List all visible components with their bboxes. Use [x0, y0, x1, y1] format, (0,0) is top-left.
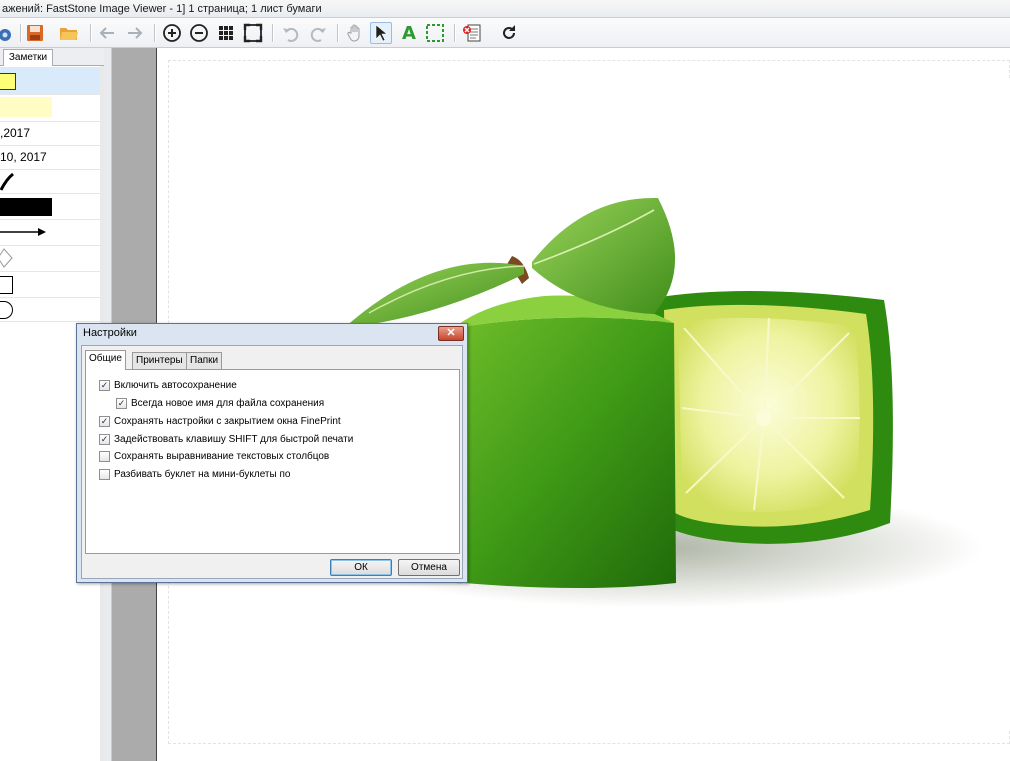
rectangle-shape-icon: [0, 276, 13, 294]
black-rectangle-swatch: [0, 198, 52, 216]
list-item[interactable]: [0, 194, 100, 220]
open-folder-icon[interactable]: [58, 22, 80, 44]
settings-dialog: Настройки ✕ Общие Принтеры Папки ✓ Включ…: [76, 323, 468, 583]
cancel-button[interactable]: Отмена: [398, 559, 460, 576]
dialog-title: Настройки: [83, 327, 137, 339]
general-tab-panel: ✓ Включить автосохранение ✓ Всегда новое…: [85, 369, 460, 554]
close-button[interactable]: ✕: [438, 326, 464, 341]
undo-icon[interactable]: [280, 22, 302, 44]
hand-icon[interactable]: [344, 22, 366, 44]
checkbox[interactable]: [99, 468, 110, 480]
option-text-column-alignment[interactable]: Сохранять выравнивание текстовых столбцо…: [99, 449, 329, 463]
window-title: ажений: FastStone Image Viewer - 1] 1 ст…: [2, 3, 322, 15]
list-item[interactable]: [0, 272, 100, 298]
rotate-icon[interactable]: [498, 22, 520, 44]
printer-settings-icon[interactable]: [0, 22, 16, 44]
list-item[interactable]: [0, 67, 100, 95]
window-title-bar: ажений: FastStone Image Viewer - 1] 1 ст…: [0, 0, 1010, 18]
list-item[interactable]: [0, 220, 100, 246]
checkbox[interactable]: [99, 450, 110, 462]
toolbar-separator: [154, 24, 155, 42]
list-item[interactable]: [0, 246, 100, 272]
list-item[interactable]: ,2017: [0, 122, 100, 146]
select-arrow-icon[interactable]: [370, 22, 392, 44]
delete-page-icon[interactable]: [461, 22, 483, 44]
arrow-line-icon: [0, 228, 46, 236]
checkbox[interactable]: ✓: [116, 397, 127, 409]
option-label: Включить автосохранение: [114, 379, 237, 391]
close-icon: ✕: [446, 327, 456, 339]
pen-stroke-icon: [0, 172, 14, 191]
list-item[interactable]: [0, 95, 100, 122]
save-icon[interactable]: [24, 22, 46, 44]
notes-tab-bar: Заметки: [0, 48, 104, 66]
zoom-out-icon[interactable]: [188, 22, 210, 44]
toolbar-separator: [272, 24, 273, 42]
back-arrow-icon[interactable]: [96, 22, 118, 44]
checkbox[interactable]: ✓: [99, 433, 110, 445]
toolbar-separator: [454, 24, 455, 42]
sticky-note-icon: [0, 73, 16, 90]
option-label: Сохранять настройки с закрытием окна Fin…: [114, 415, 341, 427]
list-item[interactable]: [0, 170, 100, 194]
checkbox[interactable]: ✓: [99, 415, 110, 427]
tab-folders[interactable]: Папки: [186, 352, 223, 369]
toolbar-separator: [20, 24, 21, 42]
tab-printers[interactable]: Принтеры: [132, 352, 187, 369]
forward-arrow-icon[interactable]: [124, 22, 146, 44]
dialog-body: Общие Принтеры Папки ✓ Включить автосохр…: [81, 345, 463, 579]
text-tool-icon[interactable]: A: [398, 22, 420, 44]
option-save-on-close[interactable]: ✓ Сохранять настройки с закрытием окна F…: [99, 414, 341, 428]
text-tool-label: A: [402, 22, 416, 44]
toolbar: A: [0, 18, 1010, 48]
tab-notes[interactable]: Заметки: [3, 49, 53, 66]
tab-general[interactable]: Общие: [85, 350, 126, 370]
option-split-booklet[interactable]: Разбивать буклет на мини-буклеты по: [99, 467, 290, 481]
selection-rect-icon[interactable]: [424, 22, 446, 44]
highlight-swatch: [0, 97, 52, 117]
diamond-shape-icon: [0, 248, 13, 268]
checkbox[interactable]: ✓: [99, 379, 110, 391]
list-item[interactable]: 10, 2017: [0, 146, 100, 170]
option-label: Сохранять выравнивание текстовых столбцо…: [114, 450, 330, 462]
redo-icon[interactable]: [307, 22, 329, 44]
option-new-filename[interactable]: ✓ Всегда новое имя для файла сохранения: [116, 396, 324, 410]
option-label: Всегда новое имя для файла сохранения: [131, 397, 325, 409]
option-autosave[interactable]: ✓ Включить автосохранение: [99, 378, 237, 392]
list-item-text: 10, 2017: [0, 150, 47, 164]
zoom-in-icon[interactable]: [161, 22, 183, 44]
grid-icon[interactable]: [215, 22, 237, 44]
fit-page-icon[interactable]: [242, 22, 264, 44]
list-item-text: ,2017: [0, 126, 31, 140]
option-label: Задействовать клавишу SHIFT для быстрой …: [114, 433, 354, 445]
option-shift-quick-print[interactable]: ✓ Задействовать клавишу SHIFT для быстро…: [99, 432, 353, 446]
toolbar-separator: [90, 24, 91, 42]
option-label: Разбивать буклет на мини-буклеты по: [114, 468, 291, 480]
rounded-shape-icon: [0, 301, 13, 319]
toolbar-separator: [337, 24, 338, 42]
ok-button[interactable]: ОК: [330, 559, 392, 576]
list-item[interactable]: [0, 298, 100, 322]
